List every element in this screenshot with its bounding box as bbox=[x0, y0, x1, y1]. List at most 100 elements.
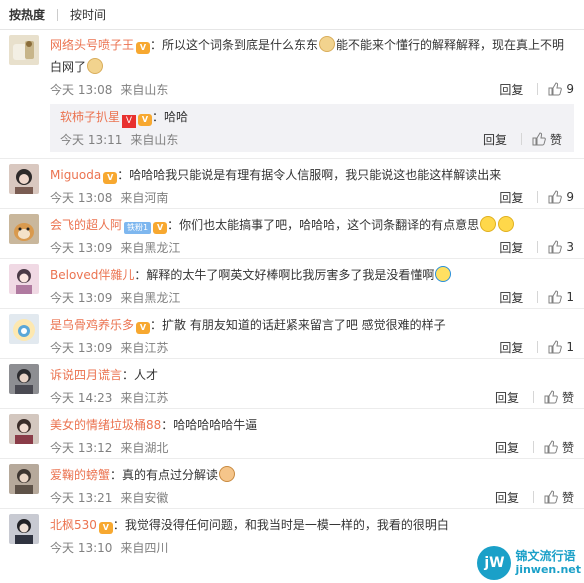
reply-button[interactable]: 回复 bbox=[495, 389, 519, 406]
reply-meta: 今天 13:11 来自山东 回复 赞 bbox=[60, 128, 562, 150]
comment-time: 今天 13:09 bbox=[50, 340, 113, 355]
comment-location: 来自四川 bbox=[120, 540, 169, 555]
comment-item: 爱鞠的螃蟹：真的有点过分解读 今天 13:21 来自安徽 回复 赞 bbox=[0, 459, 584, 509]
grin-emoji-icon bbox=[498, 216, 515, 232]
tab-divider bbox=[57, 8, 59, 21]
thumbs-up-icon bbox=[548, 190, 563, 204]
comment-text: ：我觉得没得任何问题，和我当时是一模一样的，我看的很明白 bbox=[112, 518, 449, 532]
comment-location: 来自黑龙江 bbox=[120, 290, 181, 305]
comment-text: ：你们也太能搞事了吧，哈哈哈，这个词条翻译的有点意思 bbox=[167, 218, 480, 232]
avatar[interactable] bbox=[9, 514, 39, 544]
like-count: 1 bbox=[566, 340, 574, 354]
reply-button[interactable]: 回复 bbox=[499, 289, 523, 306]
avatar[interactable] bbox=[9, 414, 39, 444]
comment-username[interactable]: Beloved伴雜儿 bbox=[50, 268, 134, 282]
comment-meta: 今天 13:09 来自江苏 回复 1 bbox=[50, 336, 574, 358]
comment-username[interactable]: Miguoda bbox=[50, 168, 101, 182]
reply-button[interactable]: 回复 bbox=[495, 489, 519, 506]
comment-text: ：哈哈哈我只能说是有理有据令人信服啊，我只能说这也能这样解读出来 bbox=[117, 168, 502, 182]
avatar[interactable] bbox=[9, 314, 39, 344]
comment-item: 网络头号喷子王 V ：所以这个词条到底是什么东东 能不能来个懂行的解释解释，现在真上不… bbox=[0, 30, 584, 159]
thumbs-up-icon bbox=[548, 240, 563, 254]
avatar[interactable] bbox=[9, 164, 39, 194]
watermark-logo: jW bbox=[477, 546, 512, 580]
like-count: 9 bbox=[566, 82, 574, 96]
comment-time: 今天 14:23 bbox=[50, 390, 113, 405]
fan-badge: 铁粉1 bbox=[124, 222, 152, 234]
verified-icon: V bbox=[122, 115, 137, 128]
comment-meta: 今天 13:09 来自黑龙江 回复 3 bbox=[50, 236, 574, 258]
action-divider bbox=[532, 491, 534, 503]
comment-location: 来自河南 bbox=[120, 190, 169, 205]
action-divider bbox=[537, 341, 539, 353]
comment-username[interactable]: 是乌骨鸡养乐多 bbox=[50, 318, 134, 332]
comment-username[interactable]: 美女的情绪垃圾桶88 bbox=[50, 418, 161, 432]
thumbs-up-icon bbox=[548, 290, 563, 304]
comment-time: 今天 13:10 bbox=[50, 540, 113, 555]
like-label: 赞 bbox=[561, 440, 574, 455]
thumbs-up-icon bbox=[544, 440, 558, 454]
like-button[interactable]: 赞 bbox=[532, 131, 562, 148]
reply-button[interactable]: 回复 bbox=[499, 189, 523, 206]
reply-text: ：哈哈 bbox=[152, 110, 189, 124]
vip-icon: V bbox=[98, 522, 113, 534]
tab-sort-hot[interactable]: 按热度 bbox=[9, 6, 45, 23]
action-divider bbox=[537, 83, 539, 95]
grin-emoji-icon bbox=[480, 216, 497, 232]
avatar[interactable] bbox=[9, 214, 39, 244]
reply-button[interactable]: 回复 bbox=[495, 439, 519, 456]
comment-text: ：扩散 有朋友知道的话赶紧来留言了吧 感觉很难的样子 bbox=[150, 318, 446, 332]
comment-username[interactable]: 爱鞠的螃蟹 bbox=[50, 468, 110, 482]
action-divider bbox=[532, 391, 534, 403]
comment-meta: 今天 14:23 来自江苏 回复 赞 bbox=[50, 386, 574, 408]
vip-icon: V bbox=[103, 172, 118, 184]
comment-username[interactable]: 北枫530 bbox=[50, 518, 97, 532]
like-count: 1 bbox=[566, 290, 574, 304]
avatar[interactable] bbox=[9, 464, 39, 494]
avatar[interactable] bbox=[9, 264, 39, 294]
comment-time: 今天 13:08 bbox=[50, 82, 113, 97]
doge-emoji-icon bbox=[87, 58, 104, 74]
avatar[interactable] bbox=[9, 364, 39, 394]
watermark-url: jinwen.net bbox=[515, 563, 581, 576]
comment-username[interactable]: 网络头号喷子王 bbox=[50, 38, 134, 52]
tab-sort-time[interactable]: 按时间 bbox=[70, 6, 106, 23]
like-button[interactable]: 赞 bbox=[544, 389, 574, 406]
laugh-cry-emoji-icon bbox=[435, 266, 452, 282]
comment-item: 诉说四月谎言：人才 今天 14:23 来自江苏 回复 赞 bbox=[0, 359, 584, 409]
like-button[interactable]: 赞 bbox=[544, 489, 574, 506]
comment-location: 来自江苏 bbox=[120, 390, 169, 405]
comment-item: 会飞的超人阿 铁粉1 V ：你们也太能搞事了吧，哈哈哈，这个词条翻译的有点意思 今天 … bbox=[0, 209, 584, 259]
like-count: 3 bbox=[566, 240, 574, 254]
comment-meta: 今天 13:08 来自山东 回复 9 bbox=[50, 78, 574, 100]
comment-username[interactable]: 诉说四月谎言 bbox=[50, 368, 122, 382]
comment-meta: 今天 13:21 来自安徽 回复 赞 bbox=[50, 486, 574, 508]
action-divider bbox=[532, 441, 534, 453]
avatar[interactable] bbox=[9, 35, 39, 65]
comment-text: ：解释的太牛了啊英文好棒啊比我厉害多了我是没看懂啊 bbox=[134, 268, 435, 282]
reply-button[interactable]: 回复 bbox=[499, 339, 523, 356]
watermark: jW 锦文流行语 jinwen.net bbox=[477, 546, 581, 580]
like-button[interactable]: 1 bbox=[548, 290, 574, 304]
comment-time: 今天 13:12 bbox=[50, 440, 113, 455]
like-button[interactable]: 3 bbox=[548, 240, 574, 254]
comment-username[interactable]: 会飞的超人阿 bbox=[50, 218, 122, 232]
like-button[interactable]: 9 bbox=[548, 82, 574, 96]
thumbs-up-icon bbox=[548, 340, 563, 354]
like-button[interactable]: 1 bbox=[548, 340, 574, 354]
comment-location: 来自黑龙江 bbox=[120, 240, 181, 255]
like-label: 赞 bbox=[561, 490, 574, 505]
reply-location: 来自山东 bbox=[130, 132, 179, 147]
like-button[interactable]: 赞 bbox=[544, 439, 574, 456]
reply-button[interactable]: 回复 bbox=[499, 81, 523, 98]
action-divider bbox=[537, 191, 539, 203]
thumbs-up-icon bbox=[548, 82, 563, 96]
cat-emoji-icon bbox=[219, 466, 236, 482]
reply-button[interactable]: 回复 bbox=[483, 131, 507, 148]
like-label: 赞 bbox=[561, 390, 574, 405]
like-button[interactable]: 9 bbox=[548, 190, 574, 204]
sort-tabs: 按热度 按时间 bbox=[0, 0, 584, 30]
reply-username[interactable]: 软柿子扒星 bbox=[60, 110, 120, 124]
sub-reply: 软柿子扒星 V V ：哈哈 今天 13:11 来自山东 回复 赞 bbox=[50, 104, 574, 152]
reply-button[interactable]: 回复 bbox=[499, 239, 523, 256]
